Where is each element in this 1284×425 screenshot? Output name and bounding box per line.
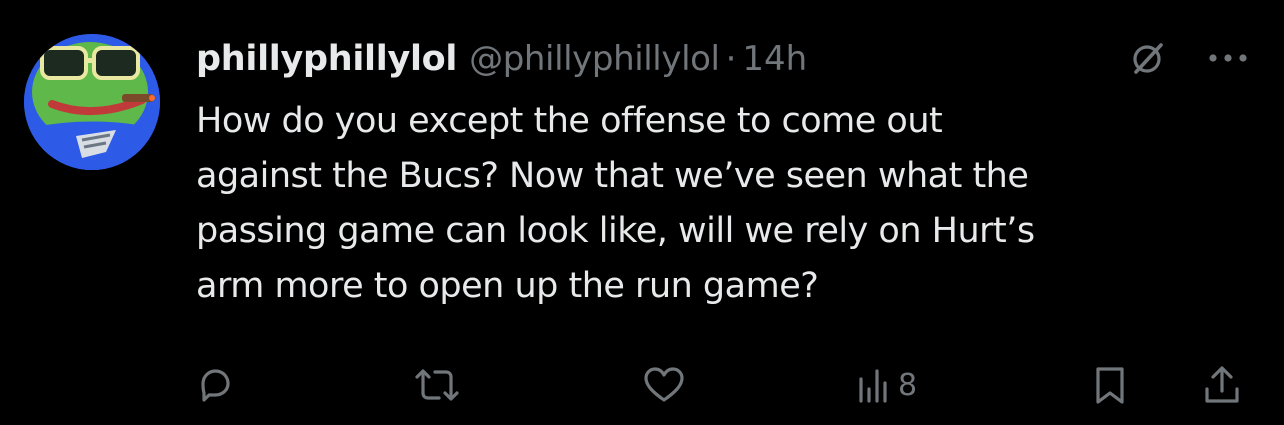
separator-dot: · [725, 39, 737, 79]
display-name[interactable]: phillyphillylol [196, 39, 457, 79]
tweet-text-line: passing game can look like, will we rely… [196, 211, 1035, 251]
views-count: 8 [898, 367, 918, 403]
bookmark-button[interactable] [1090, 361, 1130, 409]
heart-icon [644, 367, 684, 402]
retweet-button[interactable] [411, 361, 463, 409]
timestamp[interactable]: 14h [742, 39, 807, 79]
tweet-actions-bar: 8 [0, 355, 1284, 415]
user-handle[interactable]: @phillyphillylol [469, 39, 720, 79]
views-button[interactable]: 8 [856, 361, 917, 409]
tweet-header: phillyphillylol @phillyphillylol · 14h [196, 34, 807, 84]
tweet-text-line: arm more to open up the run game? [196, 266, 819, 306]
like-button[interactable] [640, 361, 688, 409]
reply-button[interactable] [193, 361, 237, 409]
tweet-text: How do you except the offense to come ou… [196, 94, 1266, 314]
more-horizontal-icon[interactable] [1203, 40, 1253, 76]
retweet-icon [415, 369, 459, 401]
avatar-image [24, 34, 160, 170]
views-chart-icon [859, 369, 887, 403]
tweet-text-line: against the Bucs? Now that we’ve seen wh… [196, 156, 1029, 196]
bookmark-icon [1096, 367, 1124, 404]
tweet-text-line: How do you except the offense to come ou… [196, 101, 943, 141]
tweet-card[interactable]: phillyphillylol @phillyphillylol · 14h H… [0, 0, 1284, 425]
share-button[interactable] [1200, 361, 1244, 409]
share-icon [1205, 366, 1239, 403]
reply-icon [201, 369, 230, 402]
grok-slash-icon[interactable] [1130, 40, 1166, 76]
avatar[interactable] [24, 34, 160, 170]
